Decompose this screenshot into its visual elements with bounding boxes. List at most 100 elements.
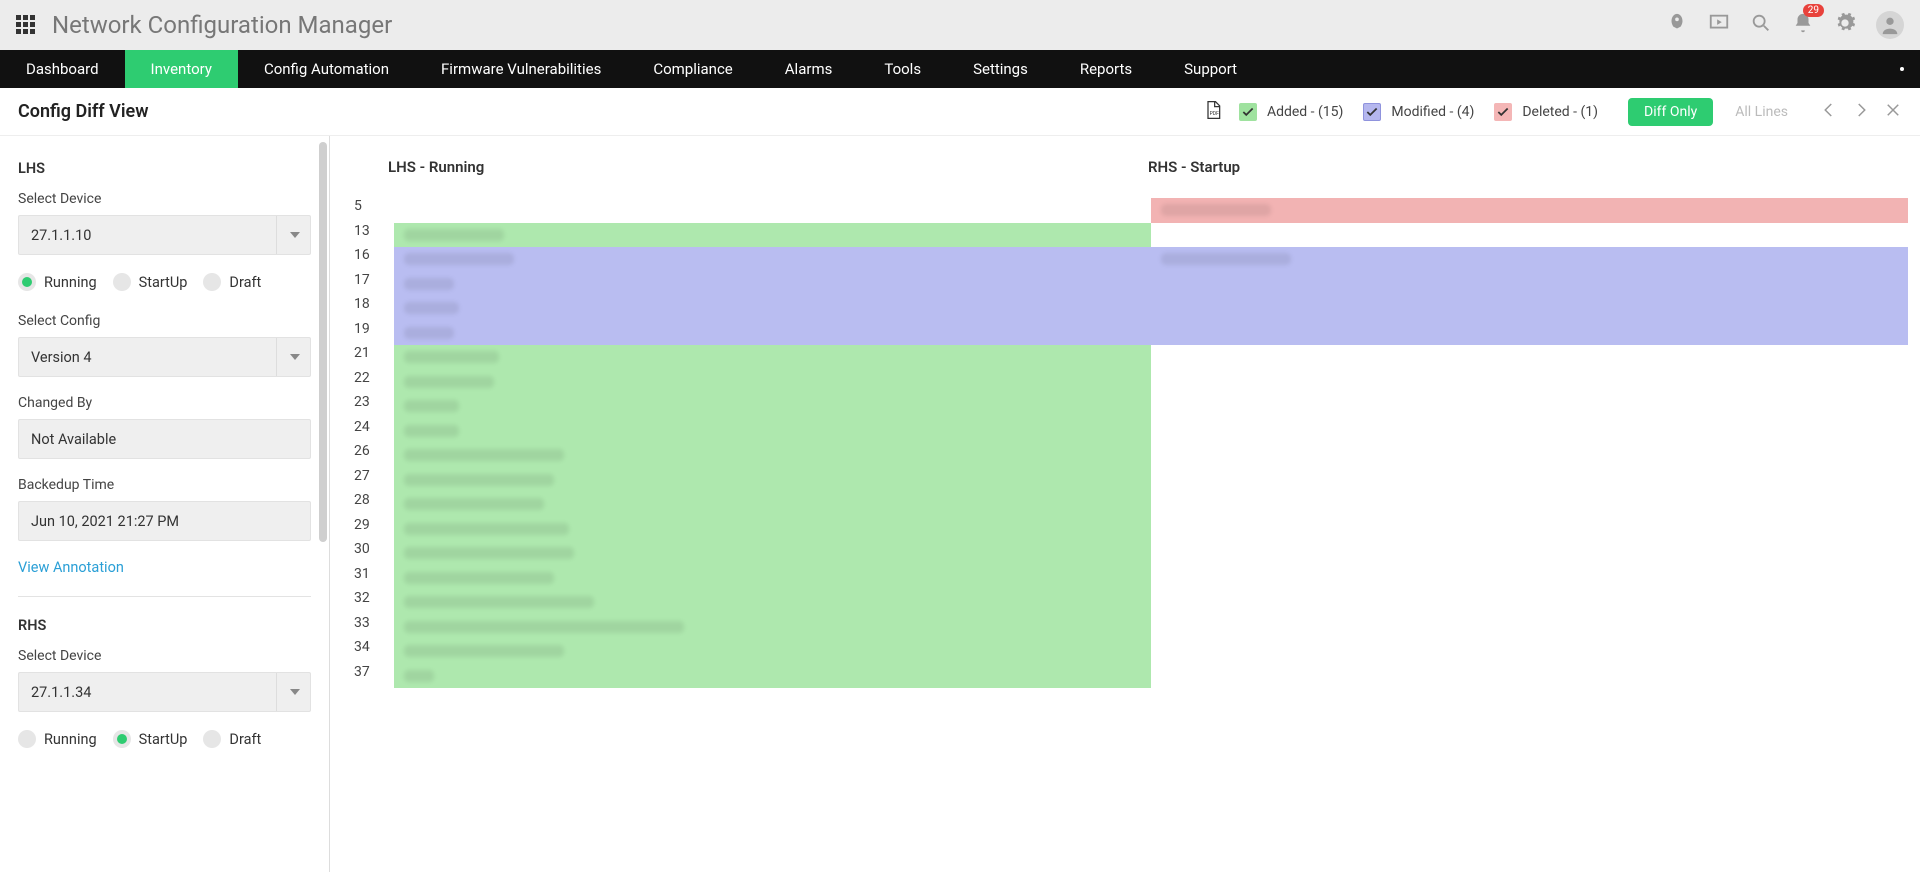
nav-item-settings[interactable]: Settings: [947, 50, 1054, 88]
lhs-cell: [394, 296, 1151, 321]
diff-row: 32: [348, 590, 1908, 615]
body: LHS Select Device 27.1.1.10 Running Star…: [0, 136, 1920, 872]
user-avatar-icon[interactable]: [1876, 11, 1904, 39]
rhs-cell: [1151, 615, 1908, 640]
diff-row: 27: [348, 468, 1908, 493]
legend-added-label: Added - (15): [1267, 104, 1343, 120]
side-panel: LHS Select Device 27.1.1.10 Running Star…: [0, 136, 330, 872]
nav-item-tools[interactable]: Tools: [858, 50, 947, 88]
rhs-device-select[interactable]: 27.1.1.34: [18, 672, 311, 712]
lhs-cell: [394, 443, 1151, 468]
rhs-cell: [1151, 590, 1908, 615]
notifications-count: 29: [1803, 4, 1824, 17]
diff-row: 13: [348, 223, 1908, 248]
settings-gear-icon[interactable]: [1834, 12, 1856, 38]
legend-deleted-checkbox[interactable]: [1494, 103, 1512, 121]
line-number: 22: [348, 370, 394, 395]
nav-item-support[interactable]: Support: [1158, 50, 1263, 88]
rhs-radio-draft[interactable]: Draft: [203, 730, 261, 748]
diff-row: 30: [348, 541, 1908, 566]
rocket-icon[interactable]: [1666, 12, 1688, 38]
prev-diff-icon[interactable]: [1820, 101, 1838, 123]
line-number: 32: [348, 590, 394, 615]
lhs-radio-startup[interactable]: StartUp: [113, 273, 188, 291]
divider: [18, 596, 311, 597]
lhs-radio-running[interactable]: Running: [18, 273, 97, 291]
legend-modified-checkbox[interactable]: [1363, 103, 1381, 121]
line-number: 28: [348, 492, 394, 517]
nav-item-reports[interactable]: Reports: [1054, 50, 1158, 88]
lhs-cell: [394, 615, 1151, 640]
chevron-down-icon: [290, 354, 300, 360]
search-icon[interactable]: [1750, 12, 1772, 38]
nav-item-firmware-vulnerabilities[interactable]: Firmware Vulnerabilities: [415, 50, 627, 88]
diff-area: LHS - Running RHS - Startup 513161718192…: [330, 136, 1920, 872]
lhs-device-value: 27.1.1.10: [31, 227, 91, 244]
notifications-icon[interactable]: 29: [1792, 12, 1814, 38]
diff-row: 33: [348, 615, 1908, 640]
lhs-cell: [394, 664, 1151, 689]
main-nav: DashboardInventoryConfig AutomationFirmw…: [0, 50, 1920, 88]
close-icon[interactable]: [1884, 101, 1902, 123]
scrollbar-thumb[interactable]: [319, 142, 327, 542]
lhs-cell: [394, 394, 1151, 419]
rhs-cell: [1151, 223, 1908, 248]
lhs-cell: [394, 370, 1151, 395]
all-lines-button[interactable]: All Lines: [1721, 98, 1802, 126]
lhs-cell: [394, 468, 1151, 493]
diff-row: 17: [348, 272, 1908, 297]
changed-by-label: Changed By: [18, 395, 311, 411]
chevron-down-icon: [290, 689, 300, 695]
line-number: 37: [348, 664, 394, 689]
line-number: 31: [348, 566, 394, 591]
lhs-cell: [394, 566, 1151, 591]
rhs-cell: [1151, 321, 1908, 346]
apps-grid-icon[interactable]: [16, 15, 36, 35]
lhs-select-device-label: Select Device: [18, 191, 311, 207]
rhs-cell: [1151, 345, 1908, 370]
nav-item-inventory[interactable]: Inventory: [125, 50, 238, 88]
diff-row: 19: [348, 321, 1908, 346]
nav-item-dashboard[interactable]: Dashboard: [0, 50, 125, 88]
rhs-radio-running[interactable]: Running: [18, 730, 97, 748]
nav-item-config-automation[interactable]: Config Automation: [238, 50, 415, 88]
lhs-cell: [394, 541, 1151, 566]
rhs-radio-startup[interactable]: StartUp: [113, 730, 188, 748]
rhs-device-value: 27.1.1.34: [31, 684, 91, 701]
top-header: Network Configuration Manager 29: [0, 0, 1920, 50]
lhs-device-select[interactable]: 27.1.1.10: [18, 215, 311, 255]
rhs-cell: [1151, 517, 1908, 542]
view-annotation-link[interactable]: View Annotation: [18, 559, 124, 576]
next-diff-icon[interactable]: [1852, 101, 1870, 123]
diff-only-button[interactable]: Diff Only: [1628, 98, 1713, 126]
lhs-cell: [394, 492, 1151, 517]
rhs-cell: [1151, 541, 1908, 566]
nav-overflow-icon[interactable]: [1884, 50, 1920, 88]
lhs-radio-draft[interactable]: Draft: [203, 273, 261, 291]
product-title: Network Configuration Manager: [52, 11, 392, 39]
line-number: 18: [348, 296, 394, 321]
diff-row: 31: [348, 566, 1908, 591]
nav-item-alarms[interactable]: Alarms: [759, 50, 859, 88]
backedup-time-label: Backedup Time: [18, 477, 311, 493]
rhs-select-device-label: Select Device: [18, 648, 311, 664]
diff-row: 23: [348, 394, 1908, 419]
line-number: 13: [348, 223, 394, 248]
rhs-cell: [1151, 468, 1908, 493]
rhs-config-type-radios: Running StartUp Draft: [18, 730, 311, 748]
line-number: 16: [348, 247, 394, 272]
export-pdf-icon[interactable]: PDF: [1203, 100, 1223, 124]
legend-added-checkbox[interactable]: [1239, 103, 1257, 121]
nav-item-compliance[interactable]: Compliance: [627, 50, 758, 88]
svg-text:PDF: PDF: [1210, 111, 1219, 117]
legend: Added - (15) Modified - (4) Deleted - (1…: [1239, 103, 1608, 121]
presentation-icon[interactable]: [1708, 12, 1730, 38]
changed-by-value: Not Available: [18, 419, 311, 459]
lhs-cell: [394, 419, 1151, 444]
line-number: 27: [348, 468, 394, 493]
lhs-config-select[interactable]: Version 4: [18, 337, 311, 377]
rhs-column-header: RHS - Startup: [1148, 158, 1908, 176]
diff-row: 18: [348, 296, 1908, 321]
lhs-cell: [394, 639, 1151, 664]
line-number: 23: [348, 394, 394, 419]
